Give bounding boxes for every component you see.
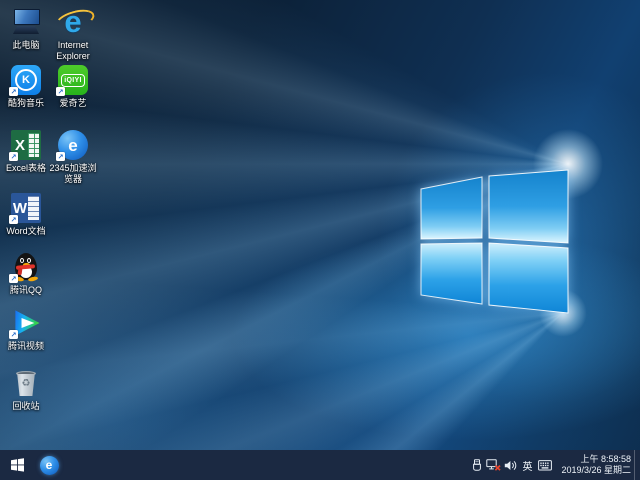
kugou-icon: K ↗ <box>11 65 41 95</box>
network-disconnected-icon <box>486 459 501 471</box>
start-button[interactable] <box>0 450 34 480</box>
recycle-bin-icon: ♻ <box>11 368 41 398</box>
desktop-icon-this-pc[interactable]: 此电脑 <box>0 7 52 51</box>
shortcut-arrow-icon: ↗ <box>56 152 65 161</box>
tencent-video-icon: ↗ <box>11 308 41 338</box>
shortcut-arrow-icon: ↗ <box>9 152 18 161</box>
ime-language-button[interactable]: 英 <box>520 450 535 480</box>
desktop-icon-internet-explorer[interactable]: e Internet Explorer <box>47 7 99 61</box>
icon-label: 腾讯视频 <box>8 341 44 352</box>
icon-label: 酷狗音乐 <box>8 98 44 109</box>
2345-browser-icon: e ↗ <box>58 130 88 160</box>
taskbar: e <box>0 450 640 480</box>
2345-browser-icon: e <box>40 456 59 475</box>
desktop-icon-tencent-video[interactable]: ↗ 腾讯视频 <box>0 308 52 352</box>
usb-device-tray-button[interactable] <box>469 450 484 480</box>
shortcut-arrow-icon: ↗ <box>9 87 18 96</box>
icon-label: 回收站 <box>12 401 39 412</box>
taskbar-app-2345-browser[interactable]: e <box>34 450 64 480</box>
icon-label: Internet Explorer <box>47 40 99 61</box>
shortcut-arrow-icon: ↗ <box>9 215 18 224</box>
speaker-icon <box>504 460 517 471</box>
recycle-symbol: ♻ <box>11 378 41 389</box>
system-tray: 英 上午 8:58:58 2019/3/26 星期二 <box>468 450 640 480</box>
icon-label: 此电脑 <box>12 40 39 51</box>
shortcut-arrow-icon: ↗ <box>56 87 65 96</box>
desktop-screen: 此电脑 e Internet Explorer K ↗ 酷狗音乐 iQIYI ↗… <box>0 0 640 480</box>
desktop-icon-2345-browser[interactable]: e ↗ 2345加速浏览器 <box>47 130 99 184</box>
icon-label: 爱奇艺 <box>59 98 86 109</box>
desktop-icon-word[interactable]: W ↗ Word文档 <box>0 193 52 237</box>
desktop-icon-recycle-bin[interactable]: ♻ 回收站 <box>0 368 52 412</box>
network-status-tray-button[interactable] <box>486 450 501 480</box>
shortcut-arrow-icon: ↗ <box>9 330 18 339</box>
desktop-icon-tencent-qq[interactable]: ↗ 腾讯QQ <box>0 252 52 296</box>
iqiyi-icon: iQIYI ↗ <box>58 65 88 95</box>
clock-time: 上午 8:58:58 <box>557 454 631 465</box>
excel-icon: X ↗ <box>11 130 41 160</box>
desktop-icon-kugou-music[interactable]: K ↗ 酷狗音乐 <box>0 65 52 109</box>
icon-label: Excel表格 <box>6 163 46 174</box>
icon-label: Word文档 <box>6 226 45 237</box>
this-pc-icon <box>11 7 41 37</box>
icon-label: 2345加速浏览器 <box>47 163 99 184</box>
word-icon: W ↗ <box>11 193 41 223</box>
clock-date: 2019/3/26 星期二 <box>557 465 631 476</box>
icon-label: 腾讯QQ <box>10 285 42 296</box>
windows-start-icon <box>11 458 24 472</box>
qq-penguin-icon: ↗ <box>11 252 41 282</box>
volume-tray-button[interactable] <box>503 450 518 480</box>
usb-icon <box>471 459 483 472</box>
show-desktop-button[interactable] <box>634 450 640 480</box>
taskbar-clock[interactable]: 上午 8:58:58 2019/3/26 星期二 <box>557 454 631 476</box>
touch-keyboard-button[interactable] <box>537 450 552 480</box>
desktop-icon-excel[interactable]: X ↗ Excel表格 <box>0 130 52 174</box>
internet-explorer-icon: e <box>58 7 88 37</box>
desktop-icon-iqiyi[interactable]: iQIYI ↗ 爱奇艺 <box>47 65 99 109</box>
shortcut-arrow-icon: ↗ <box>9 274 18 283</box>
windows-hero-logo-icon <box>417 166 569 316</box>
keyboard-icon <box>538 460 552 471</box>
